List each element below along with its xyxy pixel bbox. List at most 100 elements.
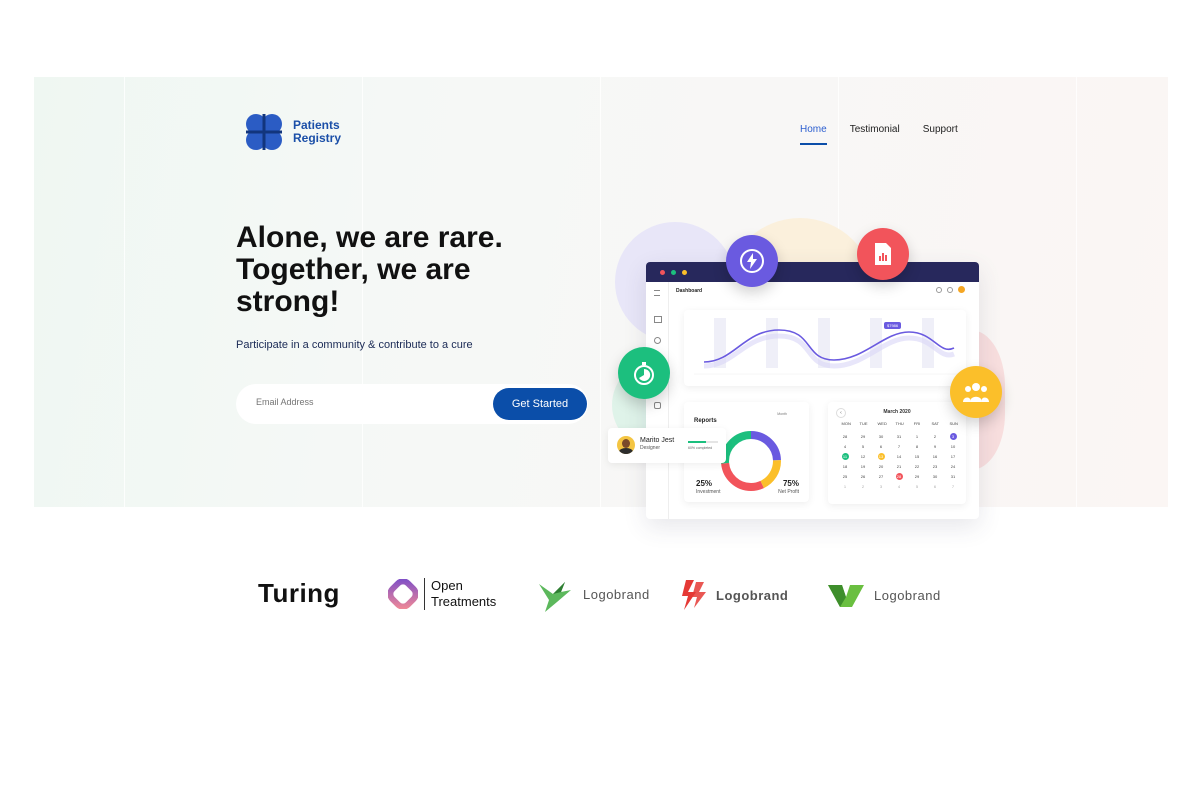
calendar-day[interactable]: 18 [842, 463, 849, 470]
calendar-day[interactable]: 20 [878, 463, 885, 470]
weekday-label: WED [877, 421, 887, 426]
line-chart [694, 318, 959, 375]
calendar-day[interactable]: 22 [914, 463, 921, 470]
v-shape-icon [828, 585, 864, 607]
calendar-day[interactable]: 30 [932, 473, 939, 480]
calendar-day[interactable]: 2 [932, 433, 939, 440]
calendar-day[interactable]: 24 [950, 463, 957, 470]
calendar-day[interactable]: 5 [914, 483, 921, 490]
calendar-day[interactable]: 4 [896, 483, 903, 490]
lightning-icon [726, 235, 778, 287]
weekday-label: MON [841, 421, 851, 426]
calendar-day[interactable]: 19 [860, 463, 867, 470]
headline-line-3: strong! [236, 285, 340, 318]
profile-card: Marito Jest Designer 60% completed [608, 428, 726, 463]
chart-value-badge: $7986 [884, 322, 902, 329]
nav-home[interactable]: Home [800, 124, 827, 145]
brand-name: Patients Registry [293, 119, 341, 145]
turing-wordmark: Turing [258, 578, 340, 608]
calendar-day[interactable]: 8 [914, 443, 921, 450]
brand-logo[interactable]: Patients Registry [243, 111, 341, 153]
calendar-day[interactable]: 1 [842, 483, 849, 490]
right-percent: 75% [782, 479, 799, 488]
calendar-month: March 2020 [883, 409, 911, 415]
reports-filter[interactable]: Month [777, 412, 787, 416]
calendar-day[interactable]: 21 [896, 463, 903, 470]
image-icon [654, 316, 662, 323]
calendar-day[interactable]: 27 [878, 473, 885, 480]
calendar-day[interactable]: 31 [950, 473, 957, 480]
profile-progress-label: 60% completed [688, 446, 713, 450]
window-titlebar [646, 262, 979, 282]
profile-name: Marito Jest [640, 437, 675, 444]
logo-bolt-logobrand: Logobrand [682, 580, 788, 610]
weekday-label: FRI [913, 421, 921, 426]
weekday-label: TUE [859, 421, 868, 426]
brand-line-2: Registry [293, 131, 342, 145]
dashboard-sidebar [646, 282, 669, 519]
minimize-dot-icon [682, 269, 687, 275]
close-dot-icon [660, 269, 665, 275]
calendar-day[interactable]: 31 [896, 433, 903, 440]
team-icon [950, 366, 1002, 418]
calendar-day[interactable]: 16 [932, 453, 939, 460]
calendar-day[interactable]: 14 [896, 453, 903, 460]
maximize-dot-icon [671, 269, 676, 275]
calendar-day[interactable]: 11 [841, 453, 849, 460]
calendar-days: 28 29 30 31 1 2 3 4 5 6 7 8 9 10 11 12 13 14 15 16 17 18 19 20 2… [836, 433, 962, 490]
calendar-day[interactable]: 7 [896, 443, 903, 450]
profile-role: Designer [640, 445, 661, 451]
profile-progress-track [688, 441, 718, 443]
dashboard-title: Dashboard [676, 288, 703, 294]
calendar-day[interactable]: 4 [842, 443, 849, 450]
calendar-day[interactable]: 3 [878, 483, 885, 490]
calendar-day[interactable]: 13 [877, 453, 885, 460]
calendar-day[interactable]: 3 [949, 433, 957, 440]
open-treatments-line-1: Open [431, 578, 463, 593]
hero-subtitle: Participate in a community & contribute … [236, 339, 473, 351]
dashboard-header-icons [936, 286, 965, 293]
calendar-day[interactable]: 6 [878, 443, 885, 450]
calendar-day[interactable]: 2 [860, 483, 867, 490]
calendar-card: ‹ March 2020 MON TUE WED THU FRI SAT SUN… [828, 402, 966, 504]
profile-progress-fill [688, 441, 706, 443]
bell-icon[interactable] [936, 286, 942, 293]
user-avatar[interactable] [958, 286, 965, 293]
calendar-day[interactable]: 28 [842, 433, 849, 440]
email-input[interactable] [254, 396, 458, 408]
calendar-day[interactable]: 30 [878, 433, 885, 440]
calendar-day[interactable]: 1 [914, 433, 921, 440]
calendar-day[interactable]: 15 [914, 453, 921, 460]
get-started-button[interactable]: Get Started [493, 388, 587, 420]
headline-line-2: Together, we are [236, 253, 471, 286]
profile-avatar [617, 436, 635, 454]
calendar-day[interactable]: 23 [932, 463, 939, 470]
left-percent-label: Investment [696, 489, 721, 495]
logobrand-text-3: Logobrand [874, 587, 941, 603]
open-treatments-divider [424, 578, 425, 610]
nav-testimonial[interactable]: Testimonial [850, 124, 900, 145]
calendar-day[interactable]: 12 [860, 453, 867, 460]
reports-title: Reports [694, 418, 717, 424]
calendar-day[interactable]: 6 [932, 483, 939, 490]
calendar-day[interactable]: 26 [860, 473, 867, 480]
calendar-day[interactable]: 25 [842, 473, 849, 480]
calendar-day[interactable]: 7 [950, 483, 957, 490]
settings-icon[interactable] [947, 286, 953, 293]
bird-icon [539, 582, 571, 612]
calendar-day[interactable]: 9 [932, 443, 939, 450]
dashboard-window: Dashboard $7986 Reports Month 25% Invest… [646, 262, 979, 519]
logo-v-logobrand: Logobrand [828, 583, 941, 607]
calendar-day[interactable]: 29 [860, 433, 867, 440]
donut-chart [721, 431, 781, 491]
main-nav: Home Testimonial Support [800, 124, 958, 145]
calendar-day[interactable]: 17 [950, 453, 957, 460]
calendar-grid: MON TUE WED THU FRI SAT SUN [836, 420, 962, 427]
calendar-day[interactable]: 5 [860, 443, 867, 450]
nav-support[interactable]: Support [923, 124, 958, 145]
calendar-day[interactable]: 10 [950, 443, 957, 450]
calendar-day[interactable]: 28 [895, 473, 903, 480]
calendar-day[interactable]: 29 [914, 473, 921, 480]
clover-icon [246, 114, 282, 150]
report-document-icon [857, 228, 909, 280]
